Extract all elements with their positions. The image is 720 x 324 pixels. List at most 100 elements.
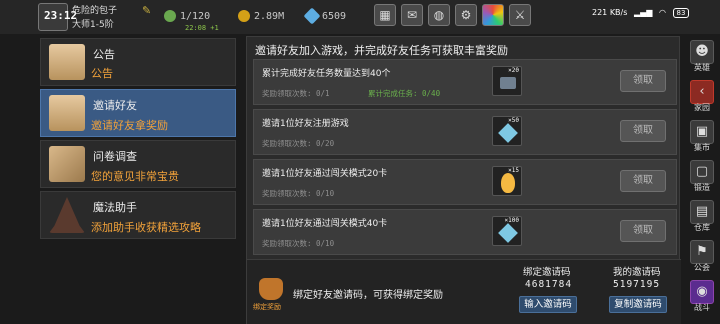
shop-icon[interactable]: ▦: [374, 4, 396, 26]
tab-title: 公告: [93, 48, 115, 61]
task-progress: 奖励领取次数: 0/20: [262, 139, 335, 148]
nav-warehouse[interactable]: ▤ 仓库: [684, 196, 720, 236]
stamina-stat: 1/120: [164, 10, 210, 22]
nav-forge[interactable]: ▢ 锻造: [684, 156, 720, 196]
diamond-icon[interactable]: ×50: [492, 116, 522, 146]
reward-count: ×100: [504, 217, 519, 224]
nav-label: 集市: [694, 143, 710, 152]
anvil-icon: ▢: [690, 160, 714, 184]
wizard-hat-icon: [49, 197, 85, 233]
top-bar: 23:12 危险的包子 大师1-5阶 ✎ 1/120 22:08 +1 2.89…: [0, 0, 720, 34]
invite-panel: 邀请好友加入游戏，并完成好友任务可获取丰富奖励 累计完成好友任务数量达到40个 …: [246, 36, 681, 324]
panel-header: 邀请好友加入游戏，并完成好友任务可获取丰富奖励: [255, 44, 508, 57]
tab-title: 问卷调查: [93, 150, 137, 163]
copy-code-button[interactable]: 复制邀请码: [609, 296, 667, 313]
bind-code-area: 绑定奖励 绑定好友邀请码，可获得绑定奖励 绑定邀请码 4681784 输入邀请码…: [247, 259, 681, 324]
task-progress: 奖励领取次数: 0/10: [262, 189, 335, 198]
right-nav: ☻ 英雄 ‹ 家园 ▣ 集市 ▢ 锻造 ▤ 仓库 ⚑ 公会 ◉ 战斗: [684, 36, 720, 316]
bind-code-value: 4681784: [525, 279, 573, 290]
nav-battle[interactable]: ◉ 战斗: [684, 276, 720, 316]
player-rank: 大师1-5阶: [72, 20, 114, 30]
my-code-value: 5197195: [613, 279, 661, 290]
task-title: 邀请1位好友通过闯关模式20卡: [262, 169, 388, 179]
task-row: 邀请1位好友通过闯关模式20卡 奖励领取次数: 0/10 ×15 领取: [253, 159, 677, 205]
color-wheel-icon[interactable]: [482, 4, 504, 26]
bind-reward-label: 绑定奖励: [253, 303, 281, 311]
gold-stat: 2.89M: [238, 10, 284, 22]
mail-icon[interactable]: ✉: [401, 4, 423, 26]
nav-home[interactable]: ‹ 家园: [684, 76, 720, 116]
nav-hero[interactable]: ☻ 英雄: [684, 36, 720, 76]
scroll-icon: [49, 146, 85, 182]
market-icon: ▣: [690, 120, 714, 144]
sword-icon[interactable]: ⚔: [509, 4, 531, 26]
task-progress: 奖励领取次数: 0/1: [262, 89, 330, 98]
gold-coin-icon: [238, 10, 250, 22]
stamina-timer: 22:08 +1: [185, 24, 219, 32]
battle-icon: ◉: [690, 280, 714, 304]
claim-button[interactable]: 领取: [620, 220, 666, 242]
tab-invite-friends[interactable]: 邀请好友 邀请好友拿奖励: [40, 89, 236, 137]
signal-icon: ▂▄▆: [633, 8, 653, 17]
input-code-button[interactable]: 输入邀请码: [519, 296, 577, 313]
task-title: 累计完成好友任务数量达到40个: [262, 69, 391, 79]
gold-egg-icon[interactable]: ×15: [492, 166, 522, 196]
bind-code-label: 绑定邀请码: [523, 267, 571, 278]
claim-button[interactable]: 领取: [620, 120, 666, 142]
gear-icon[interactable]: ⚙: [455, 4, 477, 26]
player-name: 危险的包子: [72, 6, 118, 16]
claim-button[interactable]: 领取: [620, 170, 666, 192]
nav-label: 公会: [694, 263, 710, 272]
claim-button[interactable]: 领取: [620, 70, 666, 92]
envelope-icon: [49, 95, 85, 131]
tab-title: 邀请好友: [93, 99, 137, 112]
tab-subtitle: 邀请好友拿奖励: [91, 119, 168, 132]
anvil-icon[interactable]: ×20: [492, 66, 522, 96]
stamina-icon: [164, 10, 176, 22]
nav-label: 英雄: [694, 63, 710, 72]
battery-level: 83: [672, 8, 690, 18]
nav-label: 锻造: [694, 183, 710, 192]
task-title: 邀请1位好友通过闯关模式40卡: [262, 219, 388, 229]
guild-icon: ⚑: [690, 240, 714, 264]
tab-announcement[interactable]: 公告 公告: [40, 38, 236, 86]
reward-count: ×20: [508, 67, 519, 74]
tab-magic-assistant[interactable]: 魔法助手 添加助手收获精选攻略: [40, 191, 236, 239]
net-speed: 221 KB/s: [592, 8, 628, 17]
gold-value: 2.89M: [254, 11, 285, 22]
tab-subtitle: 公告: [91, 67, 113, 80]
task-row: 邀请1位好友通过闯关模式40卡 奖励领取次数: 0/10 ×100 领取: [253, 209, 677, 255]
task-row: 累计完成好友任务数量达到40个 奖励领取次数: 0/1 累计完成任务: 0/40…: [253, 59, 677, 105]
tab-title: 魔法助手: [93, 201, 137, 214]
stamina-value: 1/120: [180, 11, 211, 22]
envelope-icon: [49, 44, 85, 80]
gem-icon: [303, 7, 321, 25]
reward-count: ×50: [508, 117, 519, 124]
diamond-icon[interactable]: ×100: [492, 216, 522, 246]
task-title: 邀请1位好友注册游戏: [262, 119, 349, 129]
task-extra-progress: 累计完成任务: 0/40: [368, 89, 441, 98]
edit-icon[interactable]: ✎: [142, 4, 151, 17]
nav-label: 仓库: [694, 223, 710, 232]
home-icon: ‹: [690, 80, 714, 104]
nav-market[interactable]: ▣ 集市: [684, 116, 720, 156]
gem-stat: 6509: [303, 7, 347, 25]
gem-value: 6509: [322, 11, 347, 22]
system-status: 221 KB/s ▂▄▆ ◠ 83: [592, 8, 693, 18]
warehouse-icon: ▤: [690, 200, 714, 224]
tab-subtitle: 添加助手收获精选攻略: [91, 221, 201, 234]
my-code-label: 我的邀请码: [613, 267, 661, 278]
tab-survey[interactable]: 问卷调查 您的意见非常宝贵: [40, 140, 236, 188]
hero-icon: ☻: [690, 40, 714, 64]
gamepad-icon[interactable]: ◍: [428, 4, 450, 26]
nav-label: 战斗: [694, 303, 710, 312]
wifi-icon: ◠: [658, 8, 666, 17]
task-progress: 奖励领取次数: 0/10: [262, 239, 335, 248]
nav-guild[interactable]: ⚑ 公会: [684, 236, 720, 276]
tab-subtitle: 您的意见非常宝贵: [91, 170, 179, 183]
bind-description: 绑定好友邀请码，可获得绑定奖励: [293, 290, 443, 301]
task-row: 邀请1位好友注册游戏 奖励领取次数: 0/20 ×50 领取: [253, 109, 677, 155]
nav-label: 家园: [694, 103, 710, 112]
reward-count: ×15: [508, 167, 519, 174]
event-tab-list: 公告 公告 邀请好友 邀请好友拿奖励 问卷调查 您的意见非常宝贵 魔法助手 添加…: [40, 38, 236, 242]
